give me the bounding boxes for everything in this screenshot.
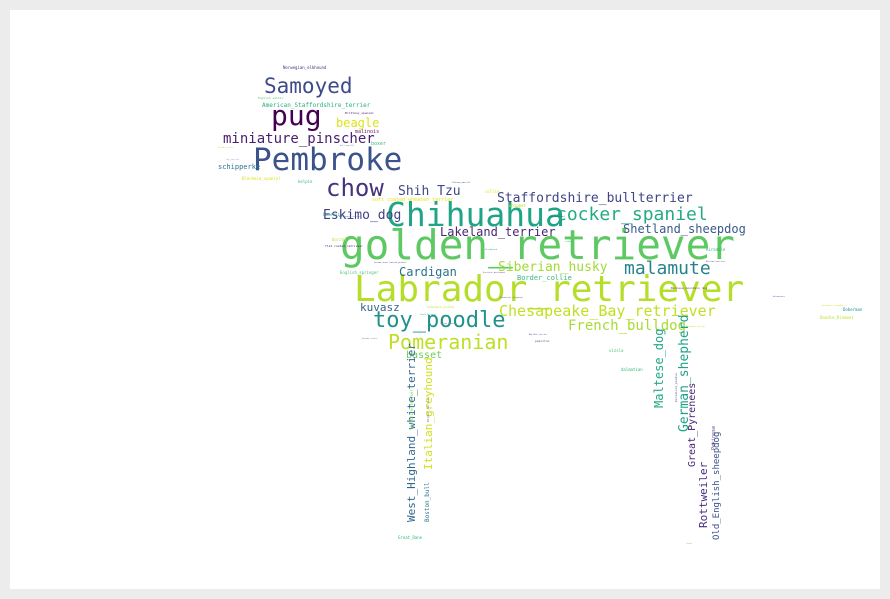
word-blenheim-spaniel: Blenheim_spaniel [242,176,281,181]
word-west-highland-white-terrier: West_Highland_white_terrier [405,343,418,522]
word-norwegian-elkhound: Norwegian_elkhound [283,65,327,70]
word-boxer: boxer [371,141,387,147]
word-airedale: Airedale [706,247,726,252]
word-miniature-pinscher: miniature_pinscher [223,131,375,147]
word-rhodesian-ridgeback: Rhodesian_ridgeback [500,297,523,299]
word-bedlington-terrier: Bedlington_terrier [339,216,361,218]
word-mexican-hairless: Mexican_hairless [706,261,726,263]
word-english-springer: English_springer [340,270,379,275]
word-brittany-spaniel: Brittany_spaniel [345,111,374,115]
word-miniature-schnauzer: miniature_schnauzer [822,305,845,307]
word-dalmatian: dalmatian [621,367,643,372]
word-tibetan-mastiff: Tibetan_mastiff [452,182,471,184]
word-border-collie: Border_collie [517,274,572,282]
word-pekinese: Pekinese [711,425,717,450]
word-ibizan-hound: Ibizan_hound [440,323,455,325]
word-borzoi: borzoi [332,237,347,242]
word-schipperke: schipperke [218,163,261,171]
word-weimaraner: Weimaraner [773,296,786,298]
word-bernese-mountain-dog: Bernese_mountain_dog [671,286,708,290]
word-yorkshire-terrier: Yorkshire_terrier [409,389,414,430]
word-papillon: papillon [535,339,550,343]
word-newfoundland: Newfoundland [550,216,565,218]
word-lakeland-terrier: Lakeland_terrier [440,225,556,239]
word-miniature-poodle: miniature_poodle [674,373,678,402]
word-german-short-haired-pointer: German_short haired_pointer [374,262,407,264]
word-french-bulldog: French_bulldog [568,318,687,334]
word-norfolk-terrier: Norfolk_terrier [529,334,548,336]
word-scottish-deerhound: Scottish_deerhound [483,272,505,274]
word-whippet: whippet [509,203,526,208]
word-standard-poodle: standard_poodle [427,305,455,309]
wordcloud-canvas: golden_retriever Labrador_retriever Chih… [10,10,880,589]
word-toy-terrier: toy_terrier [226,159,240,161]
word-staffordshire-bullterrier: Staffordshire_bullterrier [497,191,693,206]
word-border-terrier: Border_terrier [426,396,430,422]
word-cardigan: Cardigan [399,265,457,279]
word-basenji: basenji [323,212,340,217]
word-malinois: malinois [355,129,380,135]
word-flat-coated-retriever: flat coated_retriever [325,244,363,248]
word-redbone: redbone [565,241,574,243]
word-maltese-dog: Maltese_dog [652,328,666,408]
word-dandie-dinmont: Dandie_Dinmont [820,315,854,320]
word-bloodhound: bloodhound [485,249,498,251]
word-siberian-husky: Siberian_husky [498,260,608,275]
word-collie: collie [485,189,500,194]
word-gordon-setter: Gordon_setter [362,338,378,340]
word-kelpie: kelpie [298,179,313,184]
word-boston-bull: Boston_bull [424,482,431,522]
word-saint-bernard: Saint_Bernard [420,314,436,316]
word-american-staffordshire-terrier: American_Staffordshire_terrier [262,102,371,109]
word-great-pyrenees: Great_Pyrenees [687,382,698,467]
word-malamute: malamute [624,258,711,279]
word-samoyed: Samoyed [264,74,353,98]
word-irish-terrier: Irish_terrier [218,147,234,149]
word-beagle: beagle [336,116,380,130]
word-pembroke: Pembroke [253,142,403,178]
word-soft-coated-wheaten-terrier: soft coated_wheaten_terrier [372,197,454,203]
word-vizsla: vizsla [609,348,624,353]
word-rottweiler: Rottweiler [697,461,710,528]
word-great-dane: Great_Dane [398,535,423,540]
word-keeshond: keeshond [602,313,612,315]
word-lhasa: Lhasa [686,543,693,545]
word-bull-mastiff: bull_mastiff [340,145,355,147]
word-shetland-sheepdog: Shetland_sheepdog [623,222,746,236]
word-english-setter: English_setter [258,96,284,100]
word-kuvasz: kuvasz [360,301,400,314]
word-doberman: Doberman [843,307,863,312]
